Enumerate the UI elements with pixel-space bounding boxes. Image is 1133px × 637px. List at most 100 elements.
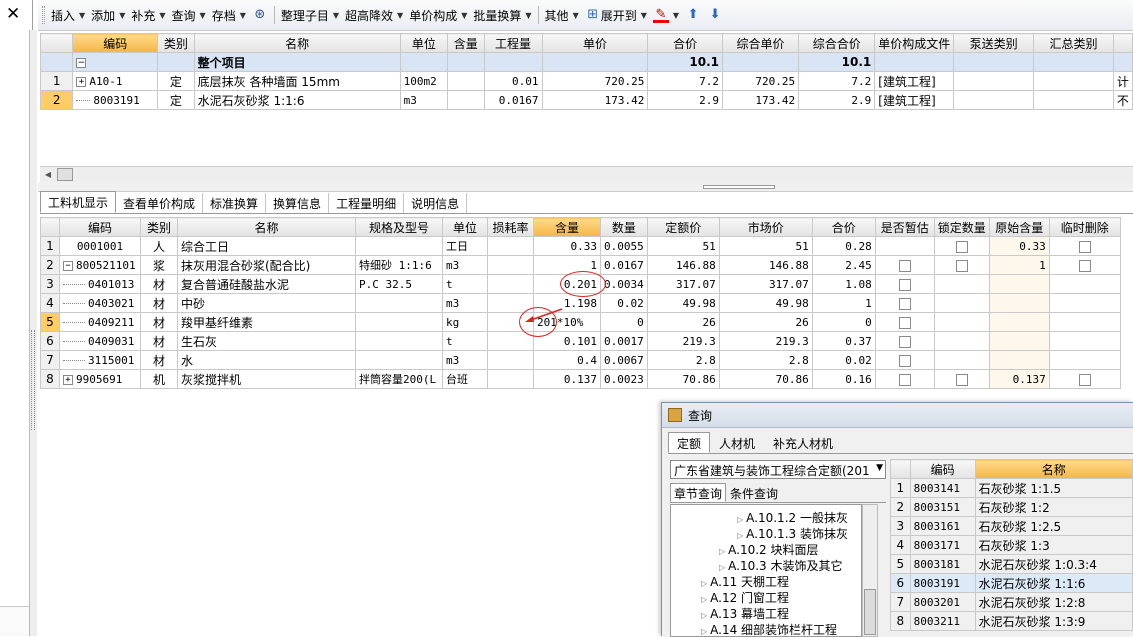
col-name[interactable]: 名称 bbox=[193, 33, 401, 53]
tab-quota[interactable]: 定额 bbox=[668, 432, 711, 453]
col-quota-price[interactable]: 定额价 bbox=[646, 217, 720, 237]
tab-materials[interactable]: 工料机显示 bbox=[40, 191, 117, 213]
col-temp-delete[interactable]: 临时删除 bbox=[1048, 217, 1121, 237]
tree-node[interactable]: ▷ A.13 幕墙工程 bbox=[701, 605, 789, 622]
col-code[interactable]: 编码 bbox=[909, 459, 976, 479]
tab-price-composition[interactable]: 查看单价构成 bbox=[116, 193, 204, 213]
query-menu[interactable]: 查询 ▼ bbox=[169, 4, 209, 26]
lock-qty-checkbox[interactable] bbox=[955, 259, 968, 272]
tree-node[interactable]: ▷ A.14 细部装饰栏杆工程 bbox=[701, 621, 837, 636]
col-quantity[interactable]: 数量 bbox=[600, 217, 648, 237]
expand-arrow-icon[interactable]: ▷ bbox=[701, 579, 707, 588]
organize-items-menu[interactable]: 整理子目 ▼ bbox=[278, 4, 342, 26]
col-name[interactable]: 名称 bbox=[974, 459, 1133, 479]
close-icon[interactable]: ✕ bbox=[6, 3, 20, 25]
tab-conversion-info[interactable]: 换算信息 bbox=[266, 193, 330, 213]
panel-splitter[interactable] bbox=[38, 182, 1133, 192]
col-loss-rate[interactable]: 损耗率 bbox=[487, 217, 534, 237]
list-item[interactable]: 6 8003191 水泥石灰砂浆 1:1:6 bbox=[890, 573, 1133, 593]
col-total[interactable]: 合价 bbox=[811, 217, 876, 237]
tree-node[interactable]: ▷ A.10.1.3 装饰抹灰 bbox=[737, 525, 848, 542]
price-composition-menu[interactable]: 单价构成 ▼ bbox=[406, 4, 470, 26]
highlight-color-button[interactable]: ✎ ▼ bbox=[650, 4, 682, 26]
top-horizontal-scrollbar[interactable] bbox=[40, 166, 1133, 182]
group-row[interactable]: − 整个项目 10.1 10.1 bbox=[39, 52, 1133, 72]
list-item[interactable]: 2 8003151 石灰砂浆 1:2 bbox=[890, 497, 1133, 517]
dialog-titlebar[interactable]: 查询 bbox=[662, 403, 1133, 428]
temp-delete-checkbox[interactable] bbox=[1078, 259, 1091, 272]
col-comp-price[interactable]: 综合单价 bbox=[721, 33, 800, 53]
list-item[interactable]: 3 8003161 石灰砂浆 1:2.5 bbox=[890, 516, 1133, 536]
splitter-grip[interactable] bbox=[703, 185, 775, 189]
col-pump-type[interactable]: 泵送类别 bbox=[953, 33, 1035, 53]
tree-node[interactable]: ▷ A.11 天棚工程 bbox=[701, 573, 789, 590]
temp-delete-checkbox[interactable] bbox=[1078, 240, 1091, 253]
tab-standard-conversion[interactable]: 标准换算 bbox=[203, 193, 267, 213]
col-content[interactable]: 含量 bbox=[533, 217, 601, 237]
col-unit[interactable]: 单位 bbox=[442, 217, 488, 237]
left-splitter-grip[interactable] bbox=[31, 330, 35, 430]
col-unit[interactable]: 单位 bbox=[399, 33, 449, 53]
batch-convert-menu[interactable]: 批量换算 ▼ bbox=[470, 4, 534, 26]
table-row[interactable]: 5 0409211 材羧甲基纤维素 kg 201*10% 0 26 26 0 bbox=[40, 312, 1121, 332]
col-comp-total[interactable]: 综合合价 bbox=[798, 33, 876, 53]
tab-condition-query[interactable]: 条件查询 bbox=[726, 483, 782, 502]
expand-arrow-icon[interactable]: ▷ bbox=[701, 611, 707, 620]
scrollbar-thumb[interactable] bbox=[57, 168, 73, 181]
provisional-checkbox[interactable] bbox=[898, 373, 911, 386]
col-quantity[interactable]: 工程量 bbox=[483, 33, 543, 53]
list-item[interactable]: 7 8003201 水泥石灰砂浆 1:2:8 bbox=[890, 592, 1133, 612]
expand-arrow-icon[interactable]: ▷ bbox=[719, 547, 725, 556]
archive-menu[interactable]: 存档 ▼ bbox=[209, 4, 249, 26]
tab-description[interactable]: 说明信息 bbox=[404, 193, 468, 213]
expand-to-menu[interactable]: ⊞ 展开到 ▼ bbox=[582, 4, 650, 26]
table-row[interactable]: 8 +9905691 机灰浆搅拌机 拌筒容量200(L 台班 0.137 0.0023 70.… bbox=[40, 369, 1121, 389]
provisional-checkbox[interactable] bbox=[898, 335, 911, 348]
table-row[interactable]: 2 8003191 定 水泥石灰砂浆 1:1:6 m3 0.0167 173.4… bbox=[39, 90, 1133, 110]
scrollbar-thumb[interactable] bbox=[864, 589, 876, 635]
col-name[interactable]: 名称 bbox=[177, 217, 356, 237]
table-row[interactable]: 1 + A10-1 定 底层抹灰 各种墙面 15mm 100m2 0.01 720… bbox=[39, 71, 1133, 91]
tree-node[interactable]: ▷ A.12 门窗工程 bbox=[701, 589, 789, 606]
lock-qty-checkbox[interactable] bbox=[955, 240, 968, 253]
list-item[interactable]: 4 8003171 石灰砂浆 1:3 bbox=[890, 535, 1133, 555]
tree-node[interactable]: ▷ A.10.3 木装饰及其它 bbox=[719, 557, 843, 574]
provisional-checkbox[interactable] bbox=[898, 259, 911, 272]
table-row[interactable]: 6 0409031 材生石灰 t 0.101 0.0017 219.3 219.3 0.37 bbox=[40, 331, 1121, 351]
tab-quantity-detail[interactable]: 工程量明细 bbox=[329, 193, 405, 213]
expand-icon[interactable]: + bbox=[63, 374, 73, 385]
tab-supplement-lmm[interactable]: 补充人材机 bbox=[764, 432, 842, 453]
col-type[interactable]: 类别 bbox=[157, 33, 195, 53]
col-type[interactable]: 类别 bbox=[140, 217, 178, 237]
binoculars-icon[interactable]: ⊛ bbox=[249, 4, 271, 26]
expand-arrow-icon[interactable]: ▷ bbox=[719, 563, 725, 572]
provisional-checkbox[interactable] bbox=[898, 278, 911, 291]
col-lock-qty[interactable]: 锁定数量 bbox=[933, 217, 990, 237]
provisional-checkbox[interactable] bbox=[898, 354, 911, 367]
insert-menu[interactable]: 插入 ▼ bbox=[48, 4, 88, 26]
list-item[interactable]: 1 8003141 石灰砂浆 1:1.5 bbox=[890, 478, 1133, 498]
col-spec[interactable]: 规格及型号 bbox=[355, 217, 443, 237]
expand-arrow-icon[interactable]: ▷ bbox=[701, 595, 707, 604]
expand-arrow-icon[interactable]: ▷ bbox=[737, 515, 743, 524]
col-market-price[interactable]: 市场价 bbox=[718, 217, 813, 237]
col-provisional[interactable]: 是否暂估 bbox=[874, 217, 935, 237]
temp-delete-checkbox[interactable] bbox=[1078, 373, 1091, 386]
expand-arrow-icon[interactable]: ▷ bbox=[737, 531, 743, 540]
list-item[interactable]: 5 8003181 水泥石灰砂浆 1:0.3:4 bbox=[890, 554, 1133, 574]
col-unit-price[interactable]: 单价 bbox=[541, 33, 649, 53]
height-reduction-menu[interactable]: 超高降效 ▼ bbox=[342, 4, 406, 26]
move-down-button[interactable]: ⬇ bbox=[704, 4, 726, 26]
collapse-icon[interactable]: − bbox=[76, 57, 87, 68]
col-content[interactable]: 含量 bbox=[447, 33, 485, 53]
table-row[interactable]: 7 3115001 材水 m3 0.4 0.0067 2.8 2.8 0.02 bbox=[40, 350, 1121, 370]
tree-node[interactable]: ▷ A.10.1.2 一般抹灰 bbox=[737, 509, 848, 526]
tab-labor-material-machine[interactable]: 人材机 bbox=[710, 432, 764, 453]
col-orig-content[interactable]: 原始含量 bbox=[988, 217, 1050, 237]
expand-arrow-icon[interactable]: ▷ bbox=[701, 627, 707, 636]
move-up-button[interactable]: ⬆ bbox=[682, 4, 704, 26]
provisional-checkbox[interactable] bbox=[898, 297, 911, 310]
table-row[interactable]: 1 0001001 人综合工日 工日 0.33 0.0055 51 51 0.28 0.33 bbox=[40, 236, 1121, 256]
other-menu[interactable]: 其他 ▼ bbox=[542, 4, 582, 26]
provisional-checkbox[interactable] bbox=[898, 316, 911, 329]
